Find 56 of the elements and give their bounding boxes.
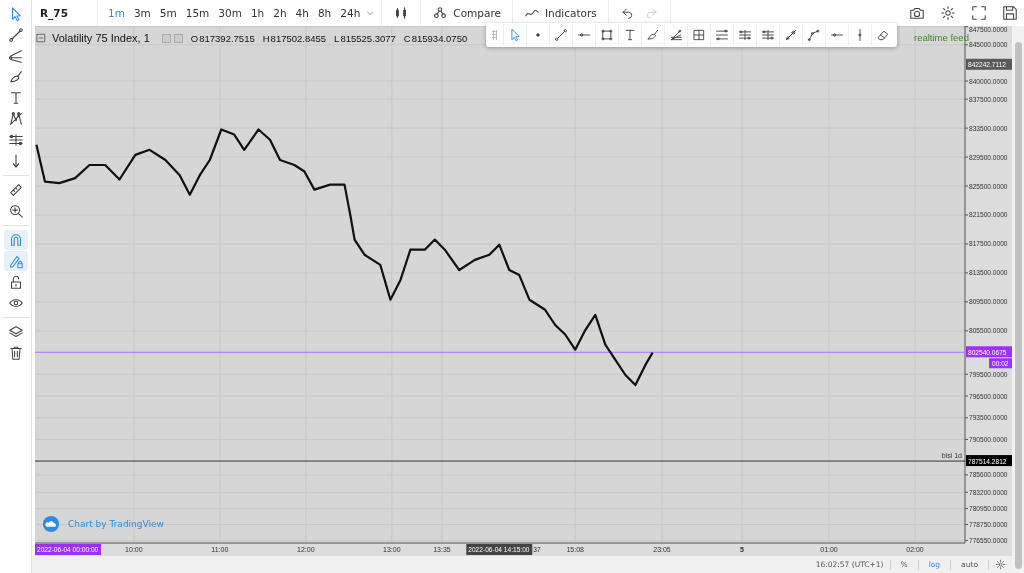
interval-button[interactable]: 15m [182,7,213,19]
cloud-logo-icon [42,515,60,533]
settings-icon[interactable] [940,5,956,21]
interval-button[interactable]: 2h [270,7,290,19]
feed-status: realtime feed [914,32,969,43]
ohlc-label: L [334,32,340,44]
pencil-lock-icon [7,253,24,269]
fan-icon [669,28,683,42]
interval-button[interactable]: 5m [156,7,180,19]
ohlc-label: H [262,32,270,44]
trend-line-icon [7,27,24,43]
save-icon[interactable] [1002,5,1018,21]
interval-button[interactable]: 1m [104,7,128,19]
interval-button[interactable]: 3m [130,7,154,19]
ruler-icon [7,182,24,198]
brush-icon [646,28,660,42]
text-tool-icon [623,28,637,42]
zoom-in-icon [7,203,24,219]
grip-icon[interactable] [492,30,497,40]
ohlc-label: O [190,32,199,44]
trash-icon [7,345,24,361]
pattern-icon [7,111,24,127]
collapse-icon[interactable] [36,33,46,43]
channel-icon [715,28,729,42]
interval-button[interactable]: 8h [314,7,335,19]
ohlc-value: 815525.3077 [340,32,396,44]
eraser-icon [876,28,890,42]
interval-button[interactable]: 24h [337,7,364,19]
brush-icon [7,69,24,85]
interval-button[interactable]: 4h [292,7,312,19]
ohlc-value: 817392.7515 [199,32,255,44]
ray-icon [784,28,798,42]
levels-icon [738,28,752,42]
ohlc-value: 815934.0750 [411,32,468,44]
nodes-icon [432,5,449,21]
fullscreen-icon[interactable] [971,5,987,21]
levels-icon [761,28,775,42]
levels-icon [7,132,24,148]
polyline-icon [807,28,821,42]
layers-icon [7,324,24,340]
scrollbar-thumb[interactable] [1015,42,1022,569]
camera-icon[interactable] [909,5,925,21]
ohlc-label: C [403,32,411,44]
grid-icon [692,28,706,42]
ohlc-value: 817502.8455 [270,32,327,44]
settings-icon[interactable] [995,559,1006,570]
toolbar-button[interactable]: Compare [428,5,505,21]
series-title: Volatility 75 Index, 1 [52,32,150,44]
rectangle-icon [600,28,614,42]
symbol-label[interactable]: R_75 [32,7,90,19]
interval-button[interactable]: 30m [215,7,245,19]
toolbar-button[interactable]: Indicators [519,5,601,21]
interval-button[interactable]: 1h [247,7,268,19]
pitchfork-icon [7,48,24,64]
cursor-icon [508,28,522,42]
trend-line-icon [554,28,568,42]
